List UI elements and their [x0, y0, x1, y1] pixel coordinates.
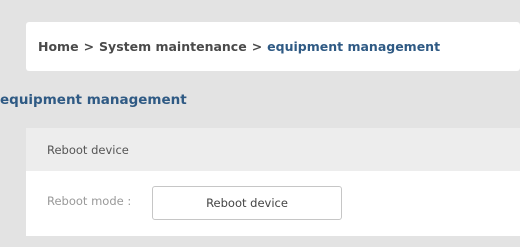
- reboot-section: Reboot device Reboot mode : Reboot devic…: [26, 128, 520, 236]
- page-title: equipment management: [0, 92, 187, 108]
- breadcrumb-system-maintenance[interactable]: System maintenance: [99, 39, 247, 54]
- breadcrumb-current: equipment management: [267, 39, 441, 54]
- section-title: Reboot device: [26, 128, 520, 171]
- breadcrumb-home[interactable]: Home: [38, 39, 79, 54]
- reboot-mode-row: Reboot mode : Reboot device: [26, 171, 520, 236]
- reboot-device-button[interactable]: Reboot device: [152, 186, 342, 220]
- breadcrumb-separator: >: [251, 39, 263, 54]
- breadcrumb-separator: >: [83, 39, 95, 54]
- reboot-mode-label: Reboot mode :: [47, 194, 132, 208]
- breadcrumb: Home > System maintenance > equipment ma…: [26, 22, 520, 71]
